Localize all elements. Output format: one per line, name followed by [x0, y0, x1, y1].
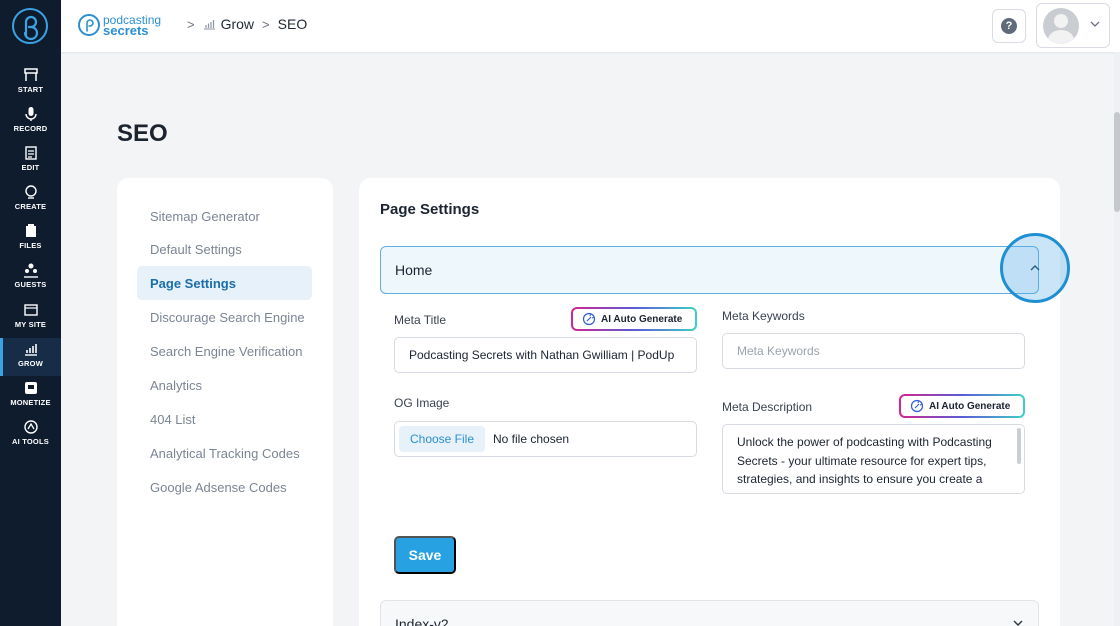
breadcrumb-separator: >	[187, 16, 195, 32]
rail-item-label: EDIT	[21, 163, 40, 172]
chevron-up-icon	[1030, 265, 1040, 271]
help-icon: ?	[1001, 18, 1017, 34]
app-logo-icon[interactable]	[12, 8, 48, 44]
accordion-header-index-v2[interactable]: Index-v2	[380, 600, 1039, 626]
menu-item-default-settings[interactable]: Default Settings	[137, 232, 312, 266]
choose-file-button[interactable]: Choose File	[399, 426, 485, 452]
help-button[interactable]: ?	[992, 9, 1026, 43]
meta-description-textarea[interactable]: Unlock the power of podcasting with Podc…	[722, 424, 1025, 494]
user-menu-button[interactable]	[1036, 3, 1110, 48]
rail-item-grow[interactable]: GROW	[0, 338, 61, 376]
rail-item-label: MY SITE	[14, 320, 47, 329]
rail-item-label: GUESTS	[14, 280, 47, 289]
breadcrumb-separator: >	[262, 16, 270, 32]
chevron-down-icon	[1013, 620, 1023, 626]
meta-keywords-label: Meta Keywords	[722, 309, 805, 323]
ai-generate-description-button[interactable]: AI Auto Generate	[899, 394, 1025, 418]
card-title: Page Settings	[380, 201, 480, 218]
start-icon	[23, 68, 38, 81]
top-header: podcasting secrets > Grow > SEO ?	[61, 0, 1120, 52]
page-scrollbar-thumb[interactable]	[1114, 112, 1120, 212]
rail-item-edit[interactable]: EDIT	[0, 142, 61, 180]
left-rail: START RECORD EDIT CREATE FILES GUESTS MY…	[0, 0, 61, 626]
guests-icon	[23, 263, 38, 278]
meta-description-text: Unlock the power of podcasting with Podc…	[737, 435, 992, 493]
og-image-label: OG Image	[394, 396, 450, 410]
grow-chart-icon	[203, 20, 215, 30]
page-scrollbar[interactable]	[1114, 52, 1120, 626]
menu-item-search-engine-verification[interactable]: Search Engine Verification	[137, 334, 312, 368]
meta-title-input[interactable]: Podcasting Secrets with Nathan Gwilliam …	[394, 337, 697, 373]
ai-generate-title-button[interactable]: AI Auto Generate	[571, 307, 697, 331]
brand-text: podcasting secrets	[103, 14, 161, 38]
ai-generate-title-inner: AI Auto Generate	[573, 309, 695, 329]
ai-generate-label: AI Auto Generate	[601, 313, 683, 325]
rail-item-label: GROW	[18, 359, 43, 368]
rail-item-files[interactable]: FILES	[0, 220, 61, 258]
rail-item-label: CREATE	[14, 202, 47, 211]
menu-item-discourage-search-engine[interactable]: Discourage Search Engine	[137, 300, 312, 334]
collapse-toggle-button[interactable]	[1000, 233, 1070, 303]
create-icon	[24, 185, 37, 199]
avatar	[1043, 8, 1079, 44]
accordion-header-home[interactable]: Home	[380, 233, 1070, 303]
menu-item-sitemap-generator[interactable]: Sitemap Generator	[137, 199, 312, 233]
my-site-icon	[23, 304, 38, 316]
save-button[interactable]: Save	[394, 536, 456, 574]
rail-item-ai-tools[interactable]: AI TOOLS	[0, 416, 61, 454]
no-file-text: No file chosen	[493, 432, 570, 446]
breadcrumb: > Grow > SEO	[179, 16, 307, 32]
chevron-down-icon	[1090, 21, 1100, 27]
rail-item-guests[interactable]: GUESTS	[0, 259, 61, 297]
ai-generate-label: AI Auto Generate	[929, 400, 1011, 412]
seo-settings-menu: Sitemap Generator Default Settings Page …	[117, 178, 333, 626]
menu-item-analytical-tracking-codes[interactable]: Analytical Tracking Codes	[137, 436, 312, 470]
ai-generate-description-inner: AI Auto Generate	[901, 396, 1023, 416]
menu-item-analytics[interactable]: Analytics	[137, 368, 312, 402]
menu-item-404-list[interactable]: 404 List	[137, 402, 312, 436]
rail-item-monetize[interactable]: MONETIZE	[0, 377, 61, 415]
files-icon	[25, 224, 36, 237]
menu-item-google-adsense-codes[interactable]: Google Adsense Codes	[137, 470, 312, 504]
brand-line-2: secrets	[103, 22, 149, 38]
og-image-file-input[interactable]: Choose File No file chosen	[394, 421, 697, 457]
textarea-scrollbar[interactable]	[1017, 428, 1021, 464]
podcasting-secrets-logo-icon	[78, 14, 100, 36]
rail-item-label: FILES	[19, 241, 42, 250]
rail-item-label: AI TOOLS	[12, 437, 49, 446]
page-settings-card: Page Settings Home Meta Title AI Auto Ge…	[359, 178, 1070, 626]
rail-item-start[interactable]: START	[0, 64, 61, 102]
ai-sparkle-icon	[910, 399, 924, 413]
meta-title-label: Meta Title	[394, 313, 447, 327]
rail-item-label: RECORD	[13, 124, 48, 133]
rail-item-my-site[interactable]: MY SITE	[0, 299, 61, 337]
rail-item-label: START	[17, 85, 44, 94]
rail-item-record[interactable]: RECORD	[0, 103, 61, 141]
ai-tools-icon	[23, 420, 38, 434]
brand-logo[interactable]: podcasting secrets	[78, 10, 161, 40]
microphone-icon	[24, 107, 37, 121]
grow-icon	[24, 344, 37, 356]
breadcrumb-seo: SEO	[277, 16, 308, 32]
ai-sparkle-icon	[582, 312, 596, 326]
edit-icon	[24, 146, 37, 160]
meta-description-label: Meta Description	[722, 400, 813, 414]
page-title: SEO	[117, 120, 168, 147]
accordion-title: Index-v2	[395, 616, 449, 626]
rail-item-label: MONETIZE	[10, 398, 51, 407]
menu-item-page-settings[interactable]: Page Settings	[137, 266, 312, 300]
rail-item-create[interactable]: CREATE	[0, 181, 61, 219]
monetize-icon	[24, 382, 37, 394]
breadcrumb-grow[interactable]: Grow	[221, 16, 254, 32]
meta-keywords-input[interactable]: Meta Keywords	[722, 333, 1025, 369]
accordion-title: Home	[395, 262, 433, 278]
